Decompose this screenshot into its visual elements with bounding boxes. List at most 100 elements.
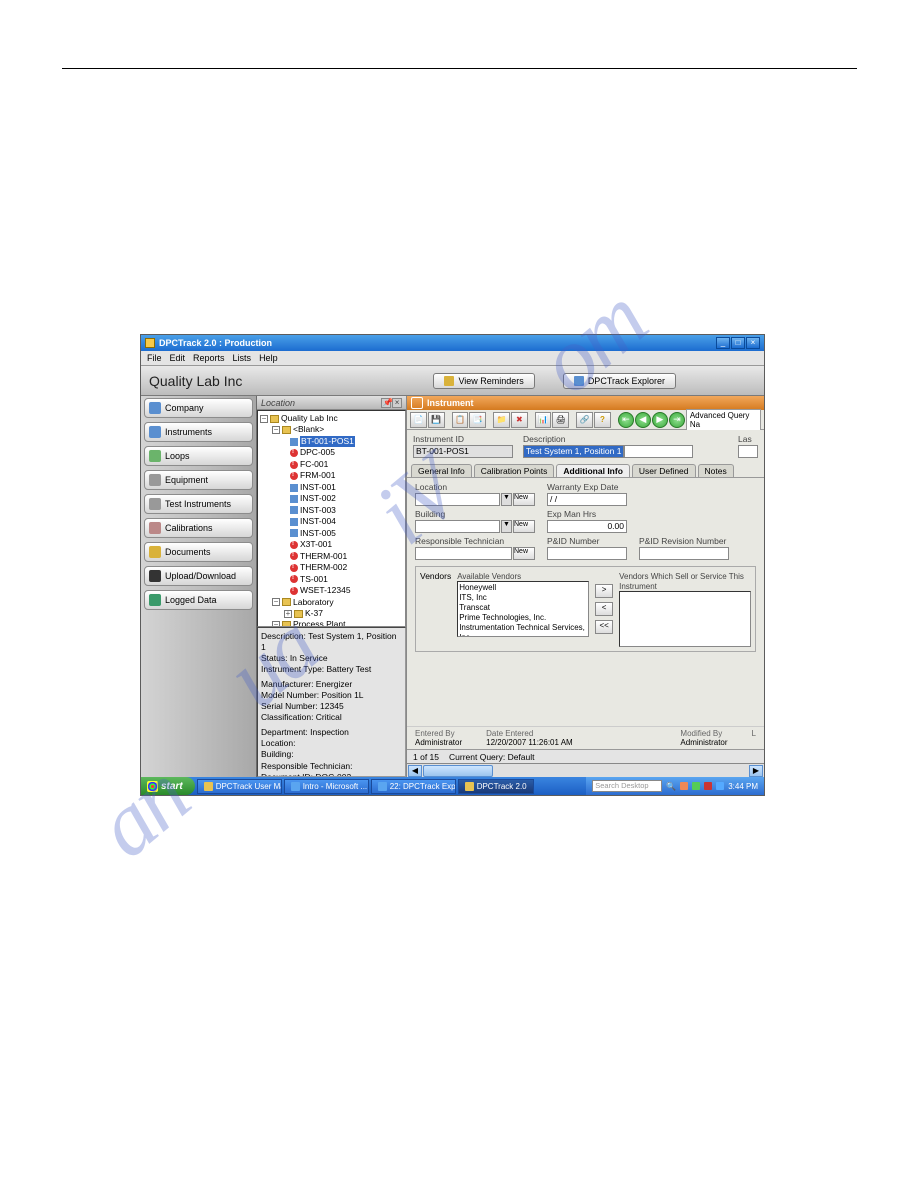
start-button[interactable]: start xyxy=(141,777,195,795)
vendor-item[interactable]: ITS, Inc xyxy=(459,593,587,603)
scroll-left-button[interactable]: ◀ xyxy=(408,765,422,777)
tree-expand-icon[interactable]: + xyxy=(284,610,292,618)
tree-item[interactable]: DPC-005 xyxy=(260,447,403,458)
tree-item[interactable]: INST-004 xyxy=(260,516,403,527)
minimize-button[interactable]: _ xyxy=(716,337,730,349)
taskbar-task[interactable]: DPCTrack User Ma... xyxy=(197,779,282,794)
available-vendors-list[interactable]: HoneywellITS, IncTranscatPrime Technolog… xyxy=(457,581,589,637)
menu-file[interactable]: File xyxy=(147,353,162,363)
scroll-thumb[interactable] xyxy=(423,765,493,777)
taskbar-task[interactable]: Intro - Microsoft ... xyxy=(284,779,369,794)
toolbar-help-button[interactable]: ? xyxy=(594,412,611,428)
service-vendors-list[interactable] xyxy=(619,591,751,647)
tree-item[interactable]: FRM-001 xyxy=(260,470,403,481)
nav-item-company[interactable]: Company xyxy=(144,398,253,418)
nav-icon xyxy=(149,594,161,606)
alert-icon xyxy=(290,587,298,595)
tree-item[interactable]: INST-002 xyxy=(260,493,403,504)
tree-item[interactable]: TS-001 xyxy=(260,574,403,585)
resp-tech-new-button[interactable]: New xyxy=(513,547,535,560)
location-tree[interactable]: − Quality Lab Inc − <Blank> BT-001-POS1 … xyxy=(257,410,406,627)
toolbar-delete-button[interactable]: ✖ xyxy=(511,412,528,428)
close-button[interactable]: × xyxy=(746,337,760,349)
vendor-add-button[interactable]: > xyxy=(595,584,613,598)
tree-item[interactable]: FC-001 xyxy=(260,459,403,470)
dpctrack-explorer-button[interactable]: DPCTrack Explorer xyxy=(563,373,676,389)
toolbar-print-button[interactable]: 🖨 xyxy=(552,412,569,428)
search-desktop-input[interactable]: Search Desktop xyxy=(592,780,662,792)
description-field[interactable]: Test System 1, Position 1 xyxy=(523,445,624,458)
toolbar-chart-button[interactable]: 📊 xyxy=(535,412,552,428)
toolbar-save-button[interactable]: 💾 xyxy=(428,412,445,428)
toolbar-folder-button[interactable]: 📁 xyxy=(493,412,510,428)
menu-edit[interactable]: Edit xyxy=(170,353,186,363)
menu-help[interactable]: Help xyxy=(259,353,278,363)
tab-additional-info[interactable]: Additional Info xyxy=(556,464,630,477)
nav-first-button[interactable]: ⇤ xyxy=(618,412,634,428)
tree-item[interactable]: WSET-12345 xyxy=(260,585,403,596)
tray-icon[interactable] xyxy=(692,782,700,790)
tree-item[interactable]: INST-005 xyxy=(260,528,403,539)
tree-item-selected[interactable]: BT-001-POS1 xyxy=(300,436,355,447)
nav-item-loops[interactable]: Loops xyxy=(144,446,253,466)
tree-item[interactable]: THERM-002 xyxy=(260,562,403,573)
maximize-button[interactable]: □ xyxy=(731,337,745,349)
vendor-remove-button[interactable]: < xyxy=(595,602,613,616)
exp-man-hrs-field[interactable]: 0.00 xyxy=(547,520,627,533)
location-close-button[interactable]: × xyxy=(392,398,402,408)
vendor-item[interactable]: Prime Technologies, Inc. xyxy=(459,613,587,623)
nav-item-test-instruments[interactable]: Test Instruments xyxy=(144,494,253,514)
nav-item-calibrations[interactable]: Calibrations xyxy=(144,518,253,538)
nav-last-button[interactable]: ⇥ xyxy=(669,412,685,428)
nav-item-documents[interactable]: Documents xyxy=(144,542,253,562)
nav-next-button[interactable]: ▶ xyxy=(652,412,668,428)
tab-notes[interactable]: Notes xyxy=(698,464,734,477)
tree-collapse-icon[interactable]: − xyxy=(272,426,280,434)
building-dropdown[interactable] xyxy=(415,520,500,533)
toolbar-export-button[interactable]: 📑 xyxy=(469,412,486,428)
scroll-right-button[interactable]: ▶ xyxy=(749,765,763,777)
responsible-tech-dropdown[interactable] xyxy=(415,547,512,560)
horizontal-scrollbar[interactable]: ◀ ▶ xyxy=(407,763,764,777)
tray-icon[interactable] xyxy=(680,782,688,790)
tray-search-icon[interactable]: 🔍 xyxy=(666,782,676,791)
menu-reports[interactable]: Reports xyxy=(193,353,225,363)
vendor-item[interactable]: Honeywell xyxy=(459,583,587,593)
nav-item-equipment[interactable]: Equipment xyxy=(144,470,253,490)
vendor-item[interactable]: Transcat xyxy=(459,603,587,613)
building-new-button[interactable]: New xyxy=(513,520,535,533)
nav-prev-button[interactable]: ◀ xyxy=(635,412,651,428)
nav-item-upload-download[interactable]: Upload/Download xyxy=(144,566,253,586)
dropdown-icon[interactable]: ▼ xyxy=(501,493,512,506)
menu-lists[interactable]: Lists xyxy=(233,353,252,363)
pid-number-field[interactable] xyxy=(547,547,627,560)
dropdown-icon[interactable]: ▼ xyxy=(501,520,512,533)
location-dropdown[interactable] xyxy=(415,493,500,506)
vendor-remove-all-button[interactable]: << xyxy=(595,620,613,634)
location-new-button[interactable]: New xyxy=(513,493,535,506)
tree-item[interactable]: THERM-001 xyxy=(260,551,403,562)
tree-item[interactable]: INST-001 xyxy=(260,482,403,493)
tree-item[interactable]: X3T-001 xyxy=(260,539,403,550)
taskbar-task[interactable]: 22: DPCTrack Expl... xyxy=(371,779,456,794)
tray-icon[interactable] xyxy=(704,782,712,790)
tree-item[interactable]: INST-003 xyxy=(260,505,403,516)
tab-calibration-points[interactable]: Calibration Points xyxy=(474,464,555,477)
tab-general-info[interactable]: General Info xyxy=(411,464,472,477)
toolbar-copy-button[interactable]: 📋 xyxy=(452,412,469,428)
tray-icon[interactable] xyxy=(716,782,724,790)
alert-icon xyxy=(290,449,298,457)
location-pin-button[interactable]: 📌 xyxy=(381,398,391,408)
nav-item-logged-data[interactable]: Logged Data xyxy=(144,590,253,610)
vendor-item[interactable]: Instrumentation Technical Services, Inc. xyxy=(459,623,587,637)
toolbar-new-button[interactable]: 📄 xyxy=(410,412,427,428)
pid-revision-field[interactable] xyxy=(639,547,729,560)
tab-user-defined[interactable]: User Defined xyxy=(632,464,696,477)
view-reminders-button[interactable]: View Reminders xyxy=(433,373,534,389)
warranty-date-field[interactable]: / / xyxy=(547,493,627,506)
nav-item-instruments[interactable]: Instruments xyxy=(144,422,253,442)
tree-collapse-icon[interactable]: − xyxy=(272,598,280,606)
tree-collapse-icon[interactable]: − xyxy=(260,415,268,423)
taskbar-task[interactable]: DPCTrack 2.0 xyxy=(458,779,534,794)
toolbar-attach-button[interactable]: 🔗 xyxy=(576,412,593,428)
